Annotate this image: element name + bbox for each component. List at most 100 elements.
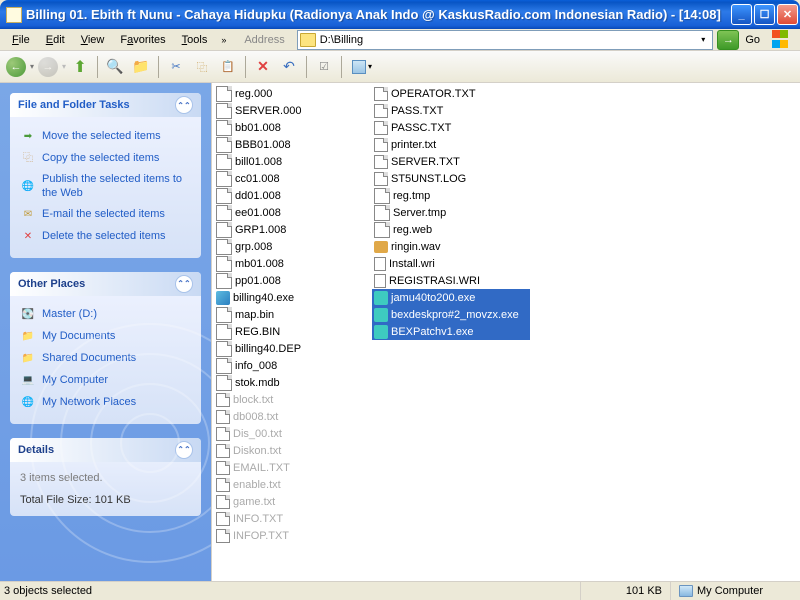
minimize-button[interactable]: _ xyxy=(731,4,752,25)
status-location: My Computer xyxy=(670,582,800,600)
file-item[interactable]: EMAIL.TXT xyxy=(214,459,372,476)
panel-title: Details xyxy=(18,444,54,456)
file-item[interactable]: billing40.exe xyxy=(214,289,372,306)
panel-header[interactable]: Details ⌃⌃ xyxy=(10,438,201,462)
place-mycomp[interactable]: 💻My Computer xyxy=(20,370,191,392)
file-item[interactable]: GRP1.008 xyxy=(214,221,372,238)
collapse-icon[interactable]: ⌃⌃ xyxy=(175,96,193,114)
file-item[interactable]: bexdeskpro#2_movzx.exe xyxy=(372,306,530,323)
folder-icon xyxy=(6,7,22,23)
panel-body: 💽Master (D:) 📁My Documents 📁Shared Docum… xyxy=(10,296,201,424)
menu-view[interactable]: View xyxy=(73,32,113,48)
file-item[interactable]: enable.txt xyxy=(214,476,372,493)
separator xyxy=(245,56,246,78)
file-item[interactable]: bill01.008 xyxy=(214,153,372,170)
panel-header[interactable]: Other Places ⌃⌃ xyxy=(10,272,201,296)
place-netplaces[interactable]: 🌐My Network Places xyxy=(20,392,191,414)
task-delete[interactable]: ✕Delete the selected items xyxy=(20,226,191,248)
task-copy[interactable]: ⿻Copy the selected items xyxy=(20,147,191,169)
panel-header[interactable]: File and Folder Tasks ⌃⌃ xyxy=(10,93,201,117)
maximize-button[interactable]: ☐ xyxy=(754,4,775,25)
panel-other-places: Other Places ⌃⌃ 💽Master (D:) 📁My Documen… xyxy=(10,272,201,424)
task-move[interactable]: ➡Move the selected items xyxy=(20,125,191,147)
file-item[interactable]: REGISTRASI.WRI xyxy=(372,272,530,289)
views-button[interactable]: ▾ xyxy=(347,57,377,77)
file-item[interactable]: db008.txt xyxy=(214,408,372,425)
file-item[interactable]: billing40.DEP xyxy=(214,340,372,357)
file-item[interactable]: dd01.008 xyxy=(214,187,372,204)
file-item[interactable]: REG.BIN xyxy=(214,323,372,340)
cut-button[interactable]: ✂ xyxy=(164,55,188,79)
folders-button[interactable]: 📁 xyxy=(129,55,153,79)
menu-file[interactable]: File xyxy=(4,32,38,48)
up-button[interactable]: ⬆ xyxy=(68,55,92,79)
menu-edit[interactable]: Edit xyxy=(38,32,73,48)
copy-button[interactable]: ⿻ xyxy=(190,55,214,79)
file-item[interactable]: OPERATOR.TXT xyxy=(372,85,530,102)
file-item[interactable]: PASSC.TXT xyxy=(372,119,530,136)
address-label: Address xyxy=(232,34,292,46)
place-mydocs[interactable]: 📁My Documents xyxy=(20,326,191,348)
file-item[interactable]: INFOP.TXT xyxy=(214,527,372,544)
close-button[interactable]: ✕ xyxy=(777,4,798,25)
statusbar: 3 objects selected 101 KB My Computer xyxy=(0,581,800,600)
file-item[interactable]: BBB01.008 xyxy=(214,136,372,153)
file-item[interactable]: PASS.TXT xyxy=(372,102,530,119)
file-pane[interactable]: reg.000SERVER.000bb01.008BBB01.008bill01… xyxy=(211,83,800,581)
file-item[interactable]: reg.tmp xyxy=(372,187,530,204)
file-item[interactable]: Diskon.txt xyxy=(214,442,372,459)
file-item[interactable]: SERVER.TXT xyxy=(372,153,530,170)
windows-logo xyxy=(772,30,796,50)
file-item[interactable]: ringin.wav xyxy=(372,238,530,255)
search-button[interactable]: 🔍 xyxy=(103,55,127,79)
menu-overflow[interactable]: » xyxy=(215,35,232,45)
file-item[interactable]: pp01.008 xyxy=(214,272,372,289)
menu-tools[interactable]: Tools xyxy=(174,32,216,48)
file-item[interactable]: grp.008 xyxy=(214,238,372,255)
file-item[interactable]: SERVER.000 xyxy=(214,102,372,119)
go-label: Go xyxy=(739,34,766,46)
menu-favorites[interactable]: Favorites xyxy=(112,32,173,48)
address-bar[interactable]: ▾ xyxy=(297,30,714,50)
file-item[interactable]: jamu40to200.exe xyxy=(372,289,530,306)
separator xyxy=(306,56,307,78)
collapse-icon[interactable]: ⌃⌃ xyxy=(175,275,193,293)
separator xyxy=(341,56,342,78)
file-item[interactable]: ST5UNST.LOG xyxy=(372,170,530,187)
file-item[interactable]: info_008 xyxy=(214,357,372,374)
address-dropdown[interactable]: ▾ xyxy=(696,35,710,44)
task-email[interactable]: ✉E-mail the selected items xyxy=(20,204,191,226)
undo-button[interactable]: ↶ xyxy=(277,55,301,79)
file-item[interactable]: Server.tmp xyxy=(372,204,530,221)
file-item[interactable]: mb01.008 xyxy=(214,255,372,272)
task-publish[interactable]: 🌐Publish the selected items to the Web xyxy=(20,169,191,204)
titlebar: Billing 01. Ebith ft Nunu - Cahaya Hidup… xyxy=(0,0,800,29)
file-item[interactable]: ee01.008 xyxy=(214,204,372,221)
collapse-icon[interactable]: ⌃⌃ xyxy=(175,441,193,459)
panel-file-tasks: File and Folder Tasks ⌃⌃ ➡Move the selec… xyxy=(10,93,201,258)
back-button[interactable]: ← xyxy=(4,55,28,79)
file-item[interactable]: printer.txt xyxy=(372,136,530,153)
file-item[interactable]: BEXPatchv1.exe xyxy=(372,323,530,340)
paste-button[interactable]: 📋 xyxy=(216,55,240,79)
file-item[interactable]: game.txt xyxy=(214,493,372,510)
file-item[interactable]: INFO.TXT xyxy=(214,510,372,527)
back-dropdown[interactable]: ▾ xyxy=(30,62,34,71)
go-button[interactable]: → xyxy=(717,30,739,50)
sidebar: File and Folder Tasks ⌃⌃ ➡Move the selec… xyxy=(0,83,211,581)
details-size: Total File Size: 101 KB xyxy=(20,494,191,506)
file-item[interactable]: cc01.008 xyxy=(214,170,372,187)
file-item[interactable]: stok.mdb xyxy=(214,374,372,391)
address-input[interactable] xyxy=(320,34,697,46)
file-item[interactable]: reg.web xyxy=(372,221,530,238)
file-item[interactable]: Install.wri xyxy=(372,255,530,272)
place-shared[interactable]: 📁Shared Documents xyxy=(20,348,191,370)
delete-button[interactable]: ✕ xyxy=(251,55,275,79)
file-item[interactable]: block.txt xyxy=(214,391,372,408)
file-item[interactable]: reg.000 xyxy=(214,85,372,102)
file-item[interactable]: Dis_00.txt xyxy=(214,425,372,442)
file-item[interactable]: map.bin xyxy=(214,306,372,323)
place-master[interactable]: 💽Master (D:) xyxy=(20,304,191,326)
properties-button[interactable]: ☑ xyxy=(312,55,336,79)
file-item[interactable]: bb01.008 xyxy=(214,119,372,136)
